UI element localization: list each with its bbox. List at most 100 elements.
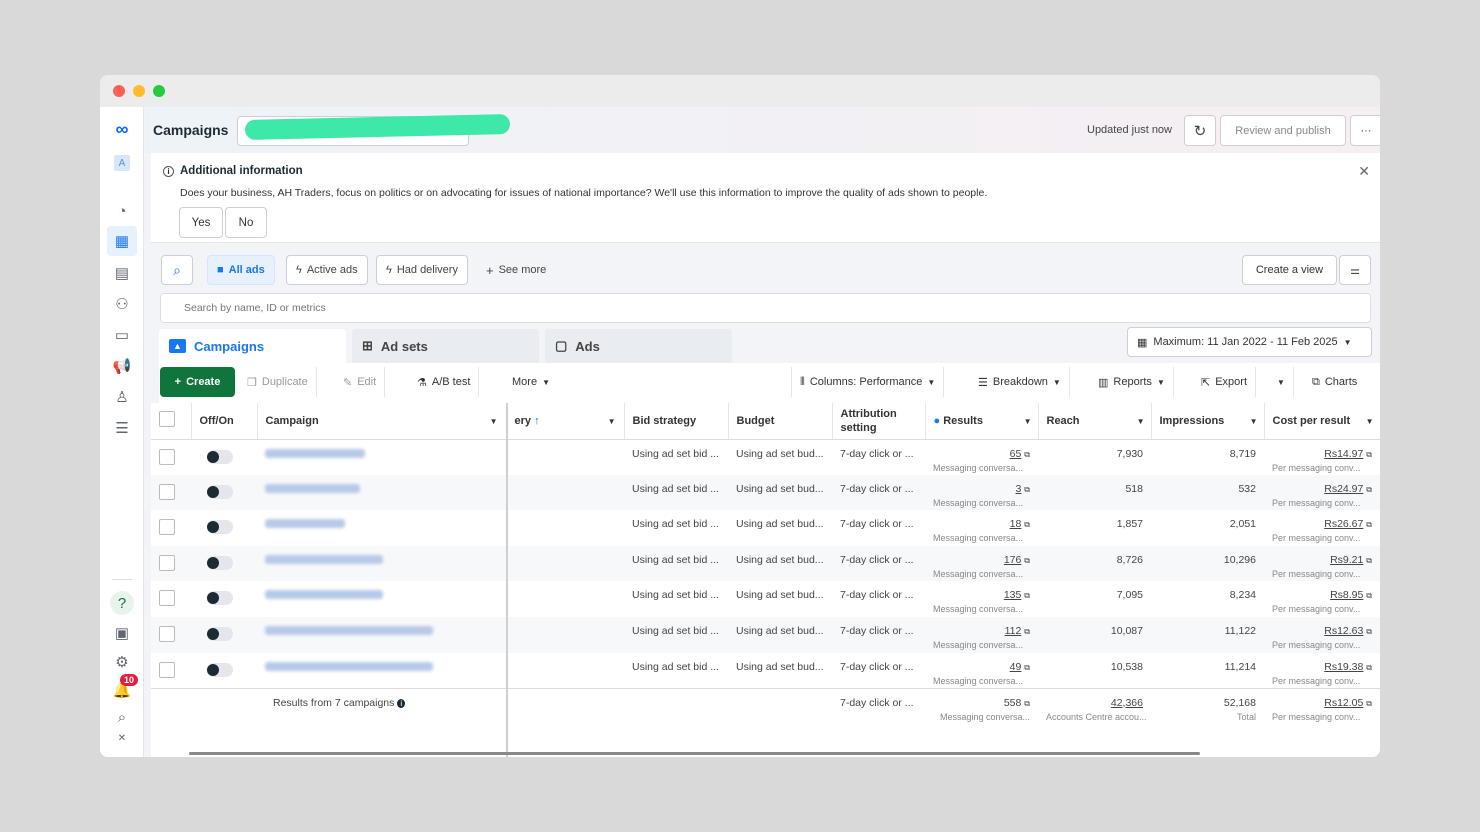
campaign-toggle[interactable] bbox=[207, 626, 233, 641]
business-users-icon[interactable]: ♙ bbox=[110, 385, 134, 409]
filter-active-ads[interactable]: ϟ Active ads bbox=[286, 255, 368, 285]
ab-test-button[interactable]: ⚗ A/B test bbox=[409, 367, 480, 397]
reports-button[interactable]: ▥ Reports ▼ bbox=[1090, 367, 1174, 397]
tab-campaigns[interactable]: ▲ Campaigns bbox=[159, 329, 346, 363]
campaign-name-cell[interactable] bbox=[257, 616, 506, 653]
results-value[interactable]: 49 bbox=[1010, 661, 1022, 673]
cpr-value[interactable]: Rs8.95 bbox=[1330, 589, 1363, 601]
search-toggle-button[interactable]: ⌕ bbox=[161, 255, 193, 285]
horizontal-scrollbar[interactable] bbox=[189, 752, 1200, 755]
refresh-button[interactable]: ↻ bbox=[1184, 115, 1216, 146]
search-icon[interactable]: ⌕ bbox=[110, 705, 134, 729]
cpr-value[interactable]: Rs19.38 bbox=[1324, 661, 1363, 673]
table-row[interactable]: Using ad set bid ... Using ad set bud... 7… bbox=[151, 545, 1380, 582]
campaign-name-cell[interactable] bbox=[257, 653, 506, 689]
row-checkbox[interactable] bbox=[159, 519, 175, 536]
cpr-value[interactable]: Rs12.63 bbox=[1324, 625, 1363, 637]
campaign-toggle[interactable] bbox=[207, 662, 233, 677]
columns-button[interactable]: ⦀ Columns: Performance ▼ bbox=[791, 367, 945, 397]
collapse-icon[interactable]: ✕ bbox=[110, 731, 134, 745]
results-value[interactable]: 65 bbox=[1010, 448, 1022, 460]
see-more-filters[interactable]: + See more bbox=[477, 255, 555, 285]
news-icon[interactable]: ▣ bbox=[110, 621, 134, 645]
create-button[interactable]: + Create bbox=[160, 367, 235, 397]
cpr-value[interactable]: Rs9.21 bbox=[1330, 554, 1363, 566]
frozen-column-divider[interactable] bbox=[506, 403, 508, 757]
cpr-value[interactable]: Rs26.67 bbox=[1324, 518, 1363, 530]
billing-card-icon[interactable]: ▭ bbox=[110, 323, 134, 347]
row-checkbox[interactable] bbox=[159, 661, 175, 678]
search-input[interactable] bbox=[161, 294, 1370, 322]
edit-button[interactable]: ✎ Edit bbox=[335, 367, 386, 397]
row-checkbox[interactable] bbox=[159, 554, 175, 571]
results-value[interactable]: 112 bbox=[1005, 625, 1022, 637]
table-row[interactable]: Using ad set bid ... Using ad set bud... 7… bbox=[151, 510, 1380, 546]
settings-gear-icon[interactable]: ⚙ bbox=[110, 650, 134, 674]
export-button[interactable]: ⇱ Export bbox=[1193, 367, 1257, 397]
campaign-toggle[interactable] bbox=[207, 449, 233, 464]
filter-settings-button[interactable]: ⚌ bbox=[1339, 255, 1371, 285]
filter-had-delivery[interactable]: ϟ Had delivery bbox=[376, 255, 468, 285]
attribution-header[interactable]: Attribution setting bbox=[832, 403, 926, 440]
results-header[interactable]: ● Results ▼ bbox=[925, 403, 1039, 440]
overview-gauge-icon[interactable]: ◔ bbox=[110, 199, 134, 223]
filter-all-ads[interactable]: ■ All ads bbox=[207, 255, 275, 285]
audiences-icon[interactable]: ⚇ bbox=[110, 292, 134, 316]
duplicate-button[interactable]: ❐ Duplicate bbox=[239, 367, 317, 397]
off-on-header[interactable]: Off/On bbox=[191, 403, 258, 440]
campaign-name-cell[interactable] bbox=[257, 510, 506, 546]
yes-button[interactable]: Yes bbox=[179, 207, 223, 238]
date-range-picker[interactable]: ▦ Maximum: 11 Jan 2022 - 11 Feb 2025 ▼ bbox=[1127, 327, 1372, 357]
cpr-value[interactable]: Rs14.97 bbox=[1324, 448, 1363, 460]
row-checkbox[interactable] bbox=[159, 483, 175, 500]
campaign-name-cell[interactable] bbox=[257, 439, 506, 475]
table-row[interactable]: Using ad set bid ... Using ad set bud... 7… bbox=[151, 616, 1380, 653]
table-row[interactable]: Using ad set bid ... Using ad set bud... 7… bbox=[151, 581, 1380, 617]
close-window-button[interactable] bbox=[113, 85, 125, 97]
export-dropdown-button[interactable]: ▼ bbox=[1269, 367, 1294, 397]
results-value[interactable]: 135 bbox=[1004, 589, 1022, 601]
maximize-window-button[interactable] bbox=[153, 85, 165, 97]
results-value[interactable]: 3 bbox=[1016, 483, 1022, 495]
impressions-header[interactable]: Impressions ▼ bbox=[1151, 403, 1265, 440]
campaign-name-cell[interactable] bbox=[257, 545, 506, 582]
tab-ads[interactable]: ▢ Ads bbox=[545, 329, 732, 363]
bid-strategy-header[interactable]: Bid strategy bbox=[624, 403, 729, 440]
more-options-button[interactable]: ··· bbox=[1350, 115, 1380, 146]
results-value[interactable]: 18 bbox=[1010, 518, 1022, 530]
breakdown-button[interactable]: ☰ Breakdown ▼ bbox=[970, 367, 1070, 397]
meta-logo-icon[interactable]: ∞ bbox=[110, 117, 134, 141]
table-row[interactable]: Using ad set bid ... Using ad set bud... 7… bbox=[151, 474, 1380, 511]
table-row[interactable]: Using ad set bid ... Using ad set bud... 7… bbox=[151, 439, 1380, 475]
row-checkbox[interactable] bbox=[159, 625, 175, 642]
account-avatar[interactable]: A bbox=[110, 151, 134, 175]
minimize-window-button[interactable] bbox=[133, 85, 145, 97]
close-icon[interactable]: ✕ bbox=[1358, 163, 1370, 180]
cpr-value[interactable]: Rs24.97 bbox=[1324, 483, 1363, 495]
advertise-megaphone-icon[interactable]: 📢 bbox=[110, 354, 134, 378]
table-row[interactable]: Using ad set bid ... Using ad set bud... 7… bbox=[151, 653, 1380, 689]
campaigns-table-icon[interactable]: ▦ bbox=[107, 226, 137, 256]
menu-hamburger-icon[interactable]: ☰ bbox=[110, 416, 134, 440]
review-publish-button[interactable]: Review and publish bbox=[1220, 115, 1346, 146]
row-checkbox[interactable] bbox=[159, 590, 175, 607]
campaign-toggle[interactable] bbox=[207, 484, 233, 499]
pages-book-icon[interactable]: ▤ bbox=[110, 261, 134, 285]
charts-button[interactable]: ⧉ Charts bbox=[1304, 367, 1365, 397]
reach-header[interactable]: Reach ▼ bbox=[1038, 403, 1152, 440]
campaign-toggle[interactable] bbox=[207, 520, 233, 535]
more-button[interactable]: More ▼ bbox=[504, 367, 558, 397]
results-value[interactable]: 176 bbox=[1004, 554, 1022, 566]
select-all-checkbox[interactable] bbox=[159, 411, 175, 428]
delivery-header[interactable]: ery ↑ ▼ bbox=[506, 403, 625, 440]
campaign-name-cell[interactable] bbox=[257, 581, 506, 617]
campaign-name-cell[interactable] bbox=[257, 474, 506, 511]
budget-header[interactable]: Budget bbox=[728, 403, 833, 440]
no-button[interactable]: No bbox=[225, 207, 267, 238]
campaign-toggle[interactable] bbox=[207, 591, 233, 606]
help-icon[interactable]: ? bbox=[110, 591, 134, 615]
create-view-button[interactable]: Create a view bbox=[1242, 255, 1337, 285]
tab-ad-sets[interactable]: ⊞ Ad sets bbox=[352, 329, 539, 363]
campaign-header[interactable]: Campaign ▼ bbox=[257, 403, 507, 440]
campaign-toggle[interactable] bbox=[207, 555, 233, 570]
